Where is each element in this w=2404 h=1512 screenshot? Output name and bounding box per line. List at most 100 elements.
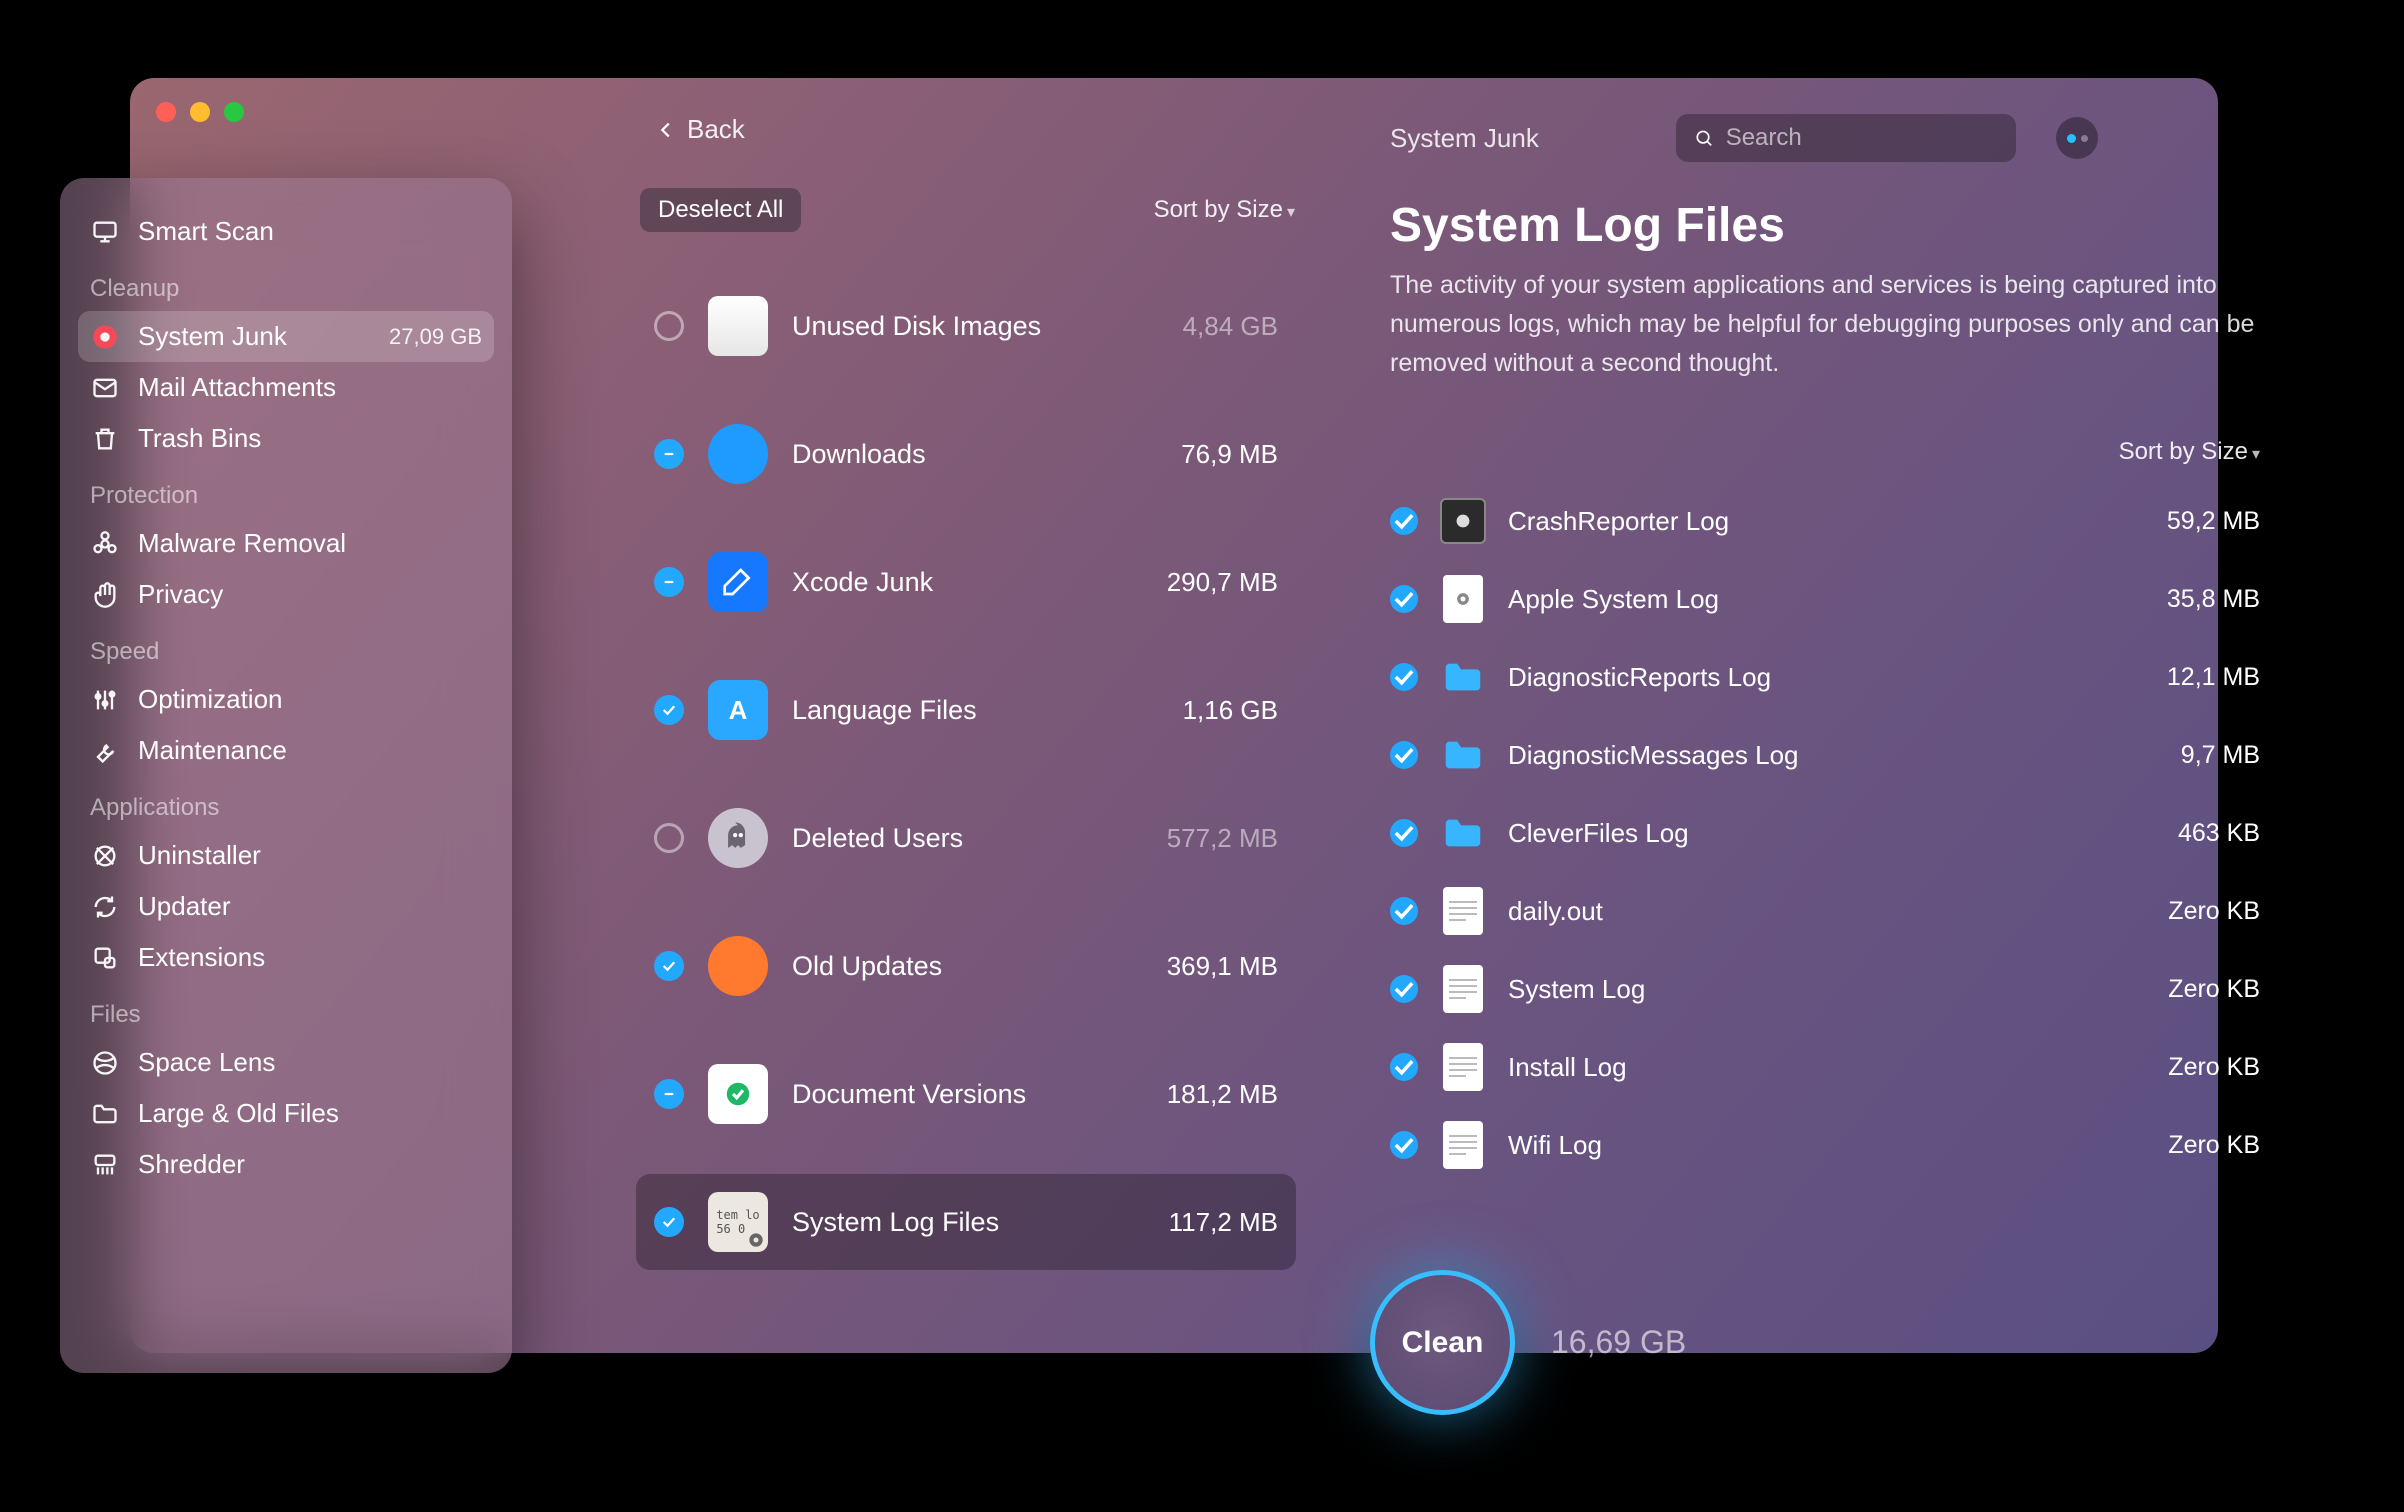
category-row-document_versions[interactable]: Document Versions181,2 MB — [636, 1046, 1296, 1142]
sidebar-section-protection: Protection — [78, 464, 494, 518]
puzzle-icon — [90, 943, 120, 973]
sidebar-item-system-junk[interactable]: System Junk 27,09 GB — [78, 311, 494, 362]
log-row[interactable]: CrashReporter Log 59,2 MB — [1390, 498, 2260, 544]
checkbox[interactable] — [654, 951, 684, 981]
log-row[interactable]: Install LogZero KB — [1390, 1044, 2260, 1090]
search-icon — [1694, 127, 1714, 149]
sidebar-item-maintenance[interactable]: Maintenance — [78, 725, 494, 776]
sort-logs-button[interactable]: Sort by Size▾ — [2119, 438, 2260, 466]
category-row-unused_disk_images[interactable]: Unused Disk Images4,84 GB — [636, 278, 1296, 374]
log-icon — [1440, 498, 1486, 544]
search-box[interactable] — [1676, 114, 2016, 162]
checkbox[interactable] — [654, 1079, 684, 1109]
category-size: 290,7 MB — [1167, 567, 1278, 598]
log-size: 59,2 MB — [2167, 507, 2260, 536]
log-label: daily.out — [1508, 896, 1603, 927]
log-row[interactable]: CleverFiles Log 463 KB — [1390, 810, 2260, 856]
sidebar-item-extensions[interactable]: Extensions — [78, 932, 494, 983]
clean-label: Clean — [1402, 1326, 1484, 1360]
sidebar-item-mail-attachments[interactable]: Mail Attachments — [78, 362, 494, 413]
category-row-system_log_files[interactable]: tem lo56 0System Log Files117,2 MB — [636, 1174, 1296, 1270]
log-label: DiagnosticReports Log — [1508, 662, 1771, 693]
sidebar-item-shredder[interactable]: Shredder — [78, 1139, 494, 1190]
log-row[interactable]: Wifi LogZero KB — [1390, 1122, 2260, 1168]
sidebar-item-optimization[interactable]: Optimization — [78, 674, 494, 725]
log-size: Zero KB — [2168, 975, 2260, 1004]
category-size: 117,2 MB — [1169, 1207, 1278, 1238]
sidebar-item-privacy[interactable]: Privacy — [78, 569, 494, 620]
log-icon — [1440, 1122, 1486, 1168]
log-row[interactable]: DiagnosticMessages Log9,7 MB — [1390, 732, 2260, 778]
category-row-language_files[interactable]: ALanguage Files1,16 GB — [636, 662, 1296, 758]
clean-button[interactable]: Clean — [1370, 1270, 1515, 1415]
sliders-icon — [90, 685, 120, 715]
sidebar-item-smart-scan[interactable]: Smart Scan — [78, 206, 494, 257]
sidebar-item-label: Privacy — [138, 579, 223, 610]
checkbox[interactable] — [1390, 585, 1418, 613]
checkbox[interactable] — [1390, 819, 1418, 847]
category-row-deleted_users[interactable]: Deleted Users577,2 MB — [636, 790, 1296, 886]
checkbox[interactable] — [1390, 741, 1418, 769]
category-label: Deleted Users — [792, 823, 963, 854]
checkbox[interactable] — [1390, 507, 1418, 535]
sidebar-item-updater[interactable]: Updater — [78, 881, 494, 932]
category-row-xcode_junk[interactable]: Xcode Junk 290,7 MB — [636, 534, 1296, 630]
log-icon — [1440, 576, 1486, 622]
mail-icon — [90, 373, 120, 403]
chevron-left-icon — [655, 119, 677, 141]
category-icon: tem lo56 0 — [708, 1192, 768, 1252]
deselect-all-button[interactable]: Deselect All — [640, 188, 801, 232]
checkbox[interactable] — [654, 439, 684, 469]
checkbox[interactable] — [654, 695, 684, 725]
checkbox[interactable] — [1390, 1053, 1418, 1081]
log-label: CleverFiles Log — [1508, 818, 1689, 849]
checkbox[interactable] — [654, 1207, 684, 1237]
sidebar-item-space-lens[interactable]: Space Lens — [78, 1037, 494, 1088]
log-size: 463 KB — [2178, 819, 2260, 848]
sidebar-item-label: Mail Attachments — [138, 372, 336, 403]
account-button[interactable] — [2056, 117, 2098, 159]
clean-bar: Clean 16,69 GB — [1370, 1270, 1686, 1415]
category-icon: A — [708, 680, 768, 740]
log-row[interactable]: daily.outZero KB — [1390, 888, 2260, 934]
log-row[interactable]: System LogZero KB — [1390, 966, 2260, 1012]
log-label: Apple System Log — [1508, 584, 1719, 615]
checkbox[interactable] — [654, 823, 684, 853]
back-label: Back — [687, 114, 745, 145]
log-icon — [1440, 732, 1486, 778]
log-row[interactable]: Apple System Log35,8 MB — [1390, 576, 2260, 622]
log-label: Install Log — [1508, 1052, 1627, 1083]
checkbox[interactable] — [1390, 975, 1418, 1003]
category-row-downloads[interactable]: Downloads76,9 MB — [636, 406, 1296, 502]
uninstall-icon — [90, 841, 120, 871]
checkbox[interactable] — [1390, 663, 1418, 691]
sidebar-item-trash-bins[interactable]: Trash Bins — [78, 413, 494, 464]
detail-title: System Log Files — [1390, 198, 1785, 253]
window-close-button[interactable] — [156, 102, 176, 122]
category-icon — [708, 296, 768, 356]
checkbox[interactable] — [1390, 1131, 1418, 1159]
sidebar-item-large-old-files[interactable]: Large & Old Files — [78, 1088, 494, 1139]
category-row-old_updates[interactable]: Old Updates369,1 MB — [636, 918, 1296, 1014]
caret-down-icon: ▾ — [2252, 446, 2260, 463]
log-label: CrashReporter Log — [1508, 506, 1729, 537]
sort-categories-button[interactable]: Sort by Size▾ — [1154, 196, 1295, 224]
sidebar-item-malware-removal[interactable]: Malware Removal — [78, 518, 494, 569]
window-maximize-button[interactable] — [224, 102, 244, 122]
search-input[interactable] — [1726, 124, 1998, 152]
log-size: 12,1 MB — [2167, 663, 2260, 692]
trash-icon — [90, 424, 120, 454]
category-icon — [708, 552, 768, 612]
back-button[interactable]: Back — [655, 114, 745, 145]
log-list: CrashReporter Log 59,2 MB Apple System Log… — [1390, 498, 2260, 1168]
sidebar-item-label: Malware Removal — [138, 528, 346, 559]
sidebar-item-uninstaller[interactable]: Uninstaller — [78, 830, 494, 881]
window-minimize-button[interactable] — [190, 102, 210, 122]
sidebar-item-label: Trash Bins — [138, 423, 261, 454]
sidebar-item-label: Uninstaller — [138, 840, 261, 871]
checkbox[interactable] — [654, 567, 684, 597]
category-label: Xcode Junk — [792, 567, 933, 598]
checkbox[interactable] — [654, 311, 684, 341]
log-row[interactable]: DiagnosticReports Log 12,1 MB — [1390, 654, 2260, 700]
checkbox[interactable] — [1390, 897, 1418, 925]
